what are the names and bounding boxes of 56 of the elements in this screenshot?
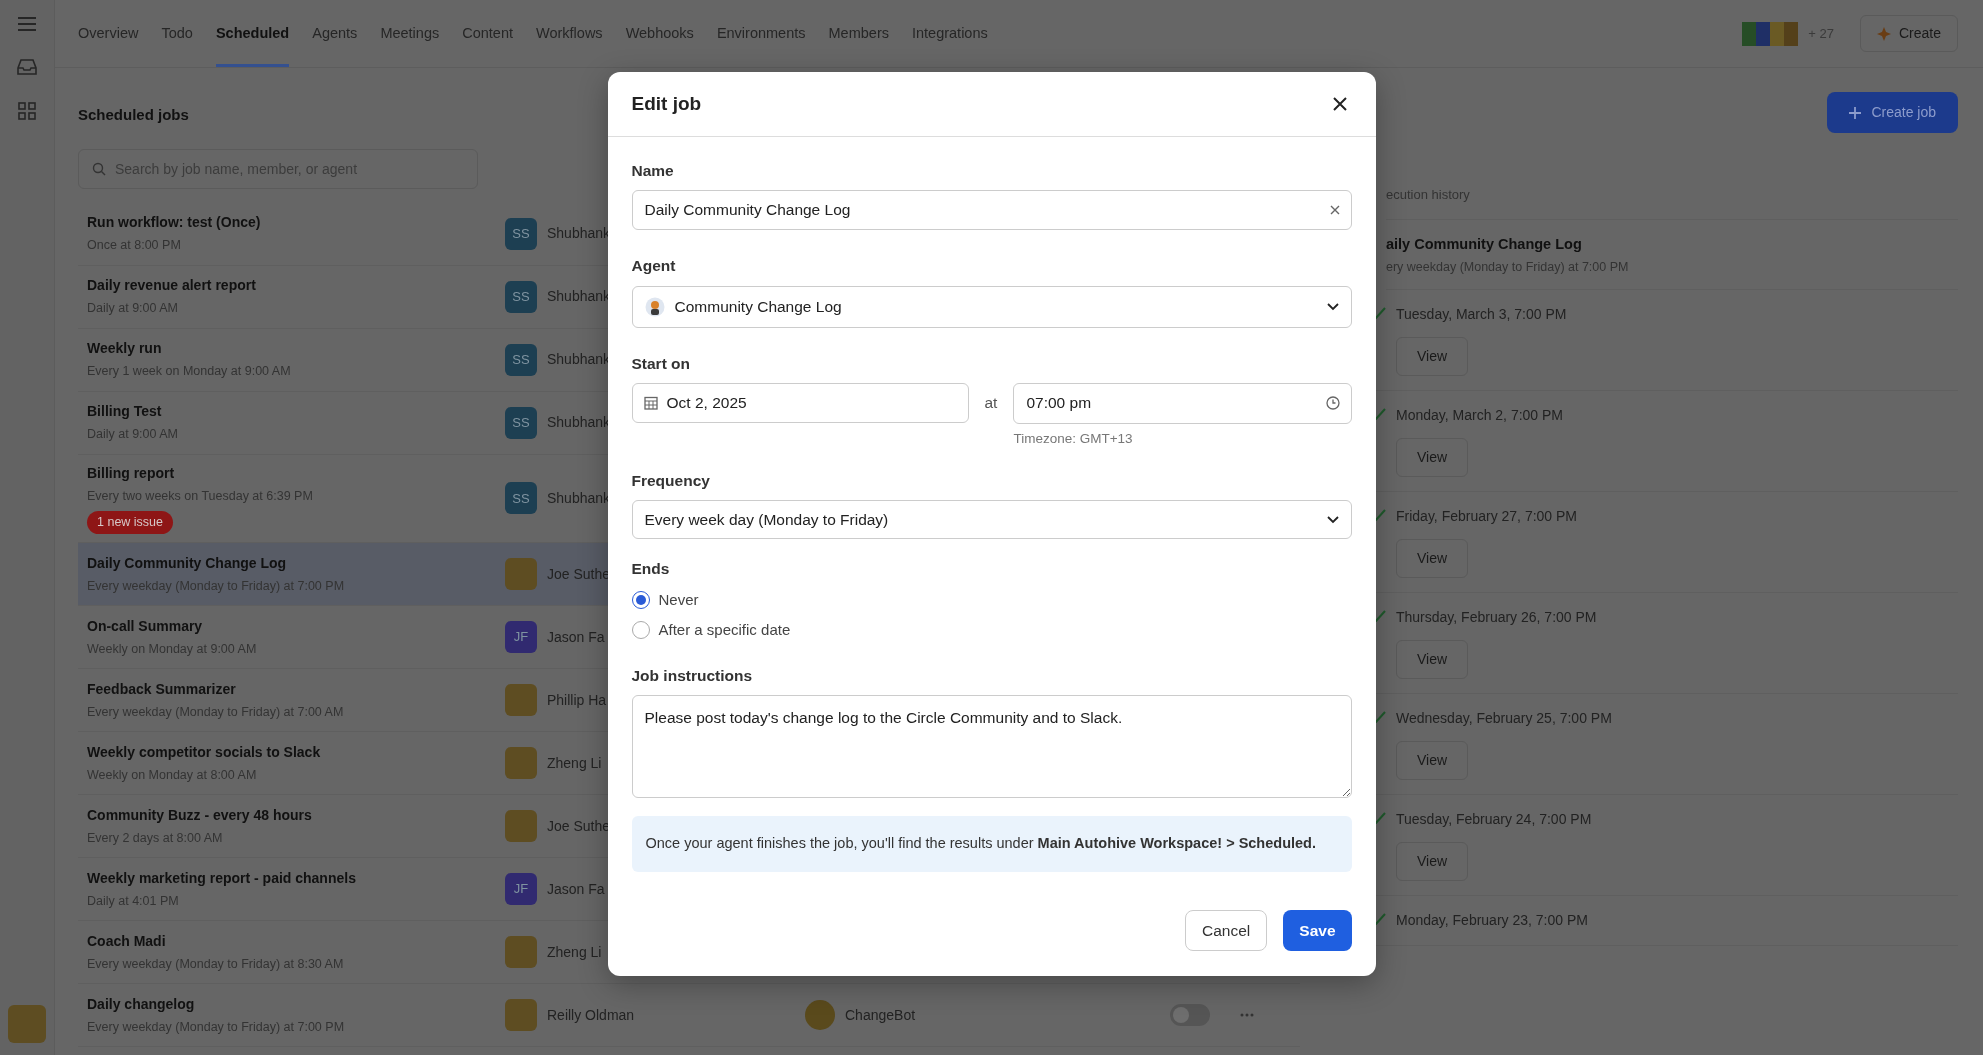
job-title: Community Buzz - every 48 hours (87, 805, 313, 825)
owner-name: Joe Suthe (547, 564, 611, 584)
avatar-initials: SS (505, 343, 537, 376)
field-label: Ends (631, 559, 671, 580)
run-time: Tuesday, February 24, 7:00 PM (1396, 810, 1592, 829)
dialog-title: Edit job (631, 92, 702, 116)
field-label: Name (631, 161, 675, 181)
field-label: Frequency (631, 471, 711, 491)
owner-name: Reilly Oldman (547, 1005, 635, 1025)
run-time: Tuesday, March 3, 7:00 PM (1396, 305, 1567, 324)
job-title: Run workflow: test (Once) (87, 213, 262, 233)
job-title: On-call Summary (87, 616, 204, 636)
run-time: Monday, March 2, 7:00 PM (1396, 406, 1564, 425)
page-title: Scheduled jobs (78, 105, 189, 125)
avatar-initials: SS (505, 217, 537, 250)
timezone-note: Timezone: GMT+13 (1013, 429, 1134, 448)
job-title: Billing report (87, 463, 176, 483)
field-label: Agent (631, 256, 677, 277)
run-time: Friday, February 27, 7:00 PM (1396, 507, 1578, 526)
run-time: Thursday, February 26, 7:00 PM (1396, 608, 1597, 627)
field-label: Start on (631, 353, 692, 374)
job-title: Weekly run (87, 339, 163, 359)
at-label: at (983, 392, 999, 413)
owner-name: Shubhank (547, 350, 611, 369)
job-title: Weekly marketing report - paid channels (87, 868, 357, 888)
job-title: Billing Test (87, 402, 163, 422)
avatar-initials: JF (505, 621, 537, 653)
job-title: Weekly competitor socials to Slack (87, 742, 322, 762)
owner-name: Shubhank (547, 287, 611, 306)
issue-badge: 1 new issue (87, 511, 173, 534)
job-title: Daily Community Change Log (87, 553, 288, 573)
owner-name: Zheng Li (547, 753, 602, 773)
avatar-initials: SS (505, 482, 537, 515)
radio-label: After a specific date (658, 620, 791, 640)
owner-name: Jason Fa (547, 627, 605, 647)
owner-name: Phillip Ha (547, 690, 607, 710)
job-title: aily Community Change Log (1386, 234, 1583, 254)
owner-name: Shubhank (547, 488, 611, 508)
run-time: Monday, February 23, 7:00 PM (1396, 911, 1588, 930)
avatar-initials: SS (505, 406, 537, 439)
owner-name: Jason Fa (547, 879, 605, 899)
job-title: Feedback Summarizer (87, 679, 237, 699)
job-title: Daily changelog (87, 994, 196, 1014)
owner-name: Zheng Li (547, 942, 602, 962)
info-message: Once your agent finishes the job, you'll find the results under Main Autohive Workspace! > Scheduled. (631, 815, 1352, 872)
avatar-initials: JF (505, 873, 537, 905)
agent-name: ChangeBot (845, 1005, 916, 1025)
job-title: Daily revenue alert report (87, 276, 257, 296)
avatar-initials: SS (505, 280, 537, 313)
run-time: Wednesday, February 25, 7:00 PM (1396, 709, 1612, 728)
field-label: Job instructions (631, 665, 754, 686)
job-title: Coach Madi (87, 931, 167, 951)
owner-name: Joe Suthe (547, 816, 611, 836)
radio-label: Never (658, 589, 699, 610)
owner-name: Shubhank (547, 224, 611, 243)
owner-name: Shubhank (547, 413, 611, 432)
